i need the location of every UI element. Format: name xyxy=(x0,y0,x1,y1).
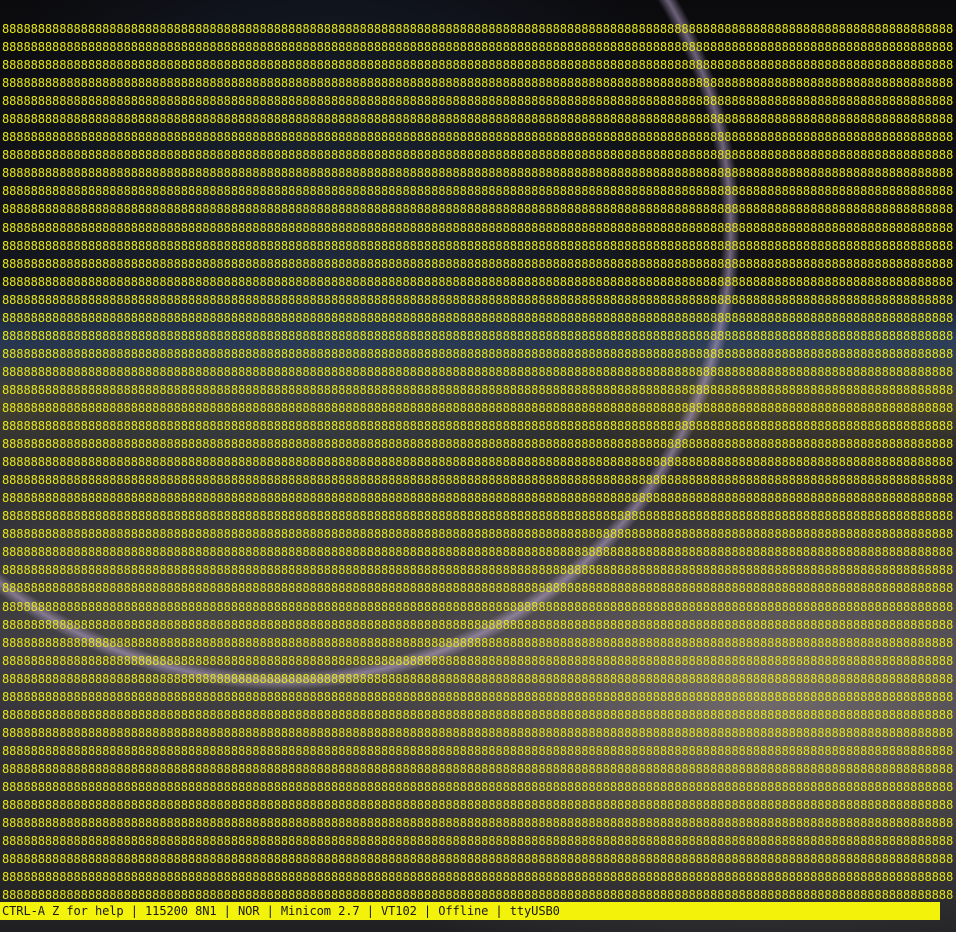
terminal-line: 8888888888888888888888888888888888888888… xyxy=(2,671,954,686)
terminal-line: 8888888888888888888888888888888888888888… xyxy=(2,563,954,578)
terminal-line: 8888888888888888888888888888888888888888… xyxy=(2,635,954,650)
terminal-line: 8888888888888888888888888888888888888888… xyxy=(2,870,954,885)
terminal-line: 8888888888888888888888888888888888888888… xyxy=(2,527,954,542)
terminal-line: 8888888888888888888888888888888888888888… xyxy=(2,220,954,235)
terminal-line: 8888888888888888888888888888888888888888… xyxy=(2,599,954,614)
terminal-line: 8888888888888888888888888888888888888888… xyxy=(2,545,954,560)
terminal-line: 8888888888888888888888888888888888888888… xyxy=(2,256,954,271)
terminal-line: 8888888888888888888888888888888888888888… xyxy=(2,382,954,397)
terminal-line: 8888888888888888888888888888888888888888… xyxy=(2,346,954,361)
terminal-line: 8888888888888888888888888888888888888888… xyxy=(2,148,954,163)
terminal-line: 8888888888888888888888888888888888888888… xyxy=(2,617,954,632)
terminal-line: 8888888888888888888888888888888888888888… xyxy=(2,419,954,434)
terminal-line: 8888888888888888888888888888888888888888… xyxy=(2,238,954,253)
terminal-line: 8888888888888888888888888888888888888888… xyxy=(2,310,954,325)
terminal-line: 8888888888888888888888888888888888888888… xyxy=(2,779,954,794)
terminal-line: 8888888888888888888888888888888888888888… xyxy=(2,328,954,343)
minicom-terminal-output[interactable]: 8888888888888888888888888888888888888888… xyxy=(2,20,954,904)
terminal-line: 8888888888888888888888888888888888888888… xyxy=(2,437,954,452)
terminal-line: 8888888888888888888888888888888888888888… xyxy=(2,364,954,379)
terminal-line-text: 8888888888888888888888888888888888888888… xyxy=(2,888,954,903)
terminal-line: 8888888888888888888888888888888888888888… xyxy=(2,40,954,55)
terminal-line: 8888888888888888888888888888888888888888… xyxy=(2,834,954,849)
terminal-line: 8888888888888888888888888888888888888888… xyxy=(2,112,954,127)
terminal-line: 8888888888888888888888888888888888888888… xyxy=(2,852,954,867)
terminal-line: 8888888888888888888888888888888888888888… xyxy=(2,455,954,470)
terminal-line: 8888888888888888888888888888888888888888… xyxy=(2,58,954,73)
terminal-line: 8888888888888888888888888888888888888888… xyxy=(2,816,954,831)
terminal-line: 8888888888888888888888888888888888888888… xyxy=(2,274,954,289)
minicom-status-bar: CTRL-A Z for help | 115200 8N1 | NOR | M… xyxy=(0,902,940,920)
terminal-line: 8888888888888888888888888888888888888888… xyxy=(2,292,954,307)
terminal-line: 8888888888888888888888888888888888888888… xyxy=(2,653,954,668)
terminal-line: 8888888888888888888888888888888888888888… xyxy=(2,130,954,145)
terminal-line: 8888888888888888888888888888888888888888… xyxy=(2,94,954,109)
terminal-line: 8888888888888888888888888888888888888888… xyxy=(2,202,954,217)
terminal-line: 8888888888888888888888888888888888888888… xyxy=(2,76,954,91)
terminal-line: 8888888888888888888888888888888888888888… xyxy=(2,166,954,181)
desktop-screen: 8888888888888888888888888888888888888888… xyxy=(0,0,956,932)
terminal-line: 8888888888888888888888888888888888888888… xyxy=(2,761,954,776)
terminal-line: 8888888888888888888888888888888888888888… xyxy=(2,400,954,415)
terminal-line: 8888888888888888888888888888888888888888… xyxy=(2,707,954,722)
terminal-line: 8888888888888888888888888888888888888888… xyxy=(2,509,954,524)
terminal-line: 8888888888888888888888888888888888888888… xyxy=(2,184,954,199)
terminal-line: 8888888888888888888888888888888888888888… xyxy=(2,725,954,740)
terminal-line: 8888888888888888888888888888888888888888… xyxy=(2,798,954,813)
terminal-line: 8888888888888888888888888888888888888888… xyxy=(2,22,954,36)
terminal-line: 8888888888888888888888888888888888888888… xyxy=(2,743,954,758)
terminal-line: 8888888888888888888888888888888888888888… xyxy=(2,581,954,596)
terminal-line: 8888888888888888888888888888888888888888… xyxy=(2,689,954,704)
terminal-line: 8888888888888888888888888888888888888888… xyxy=(2,491,954,506)
terminal-line: 8888888888888888888888888888888888888888… xyxy=(2,473,954,488)
